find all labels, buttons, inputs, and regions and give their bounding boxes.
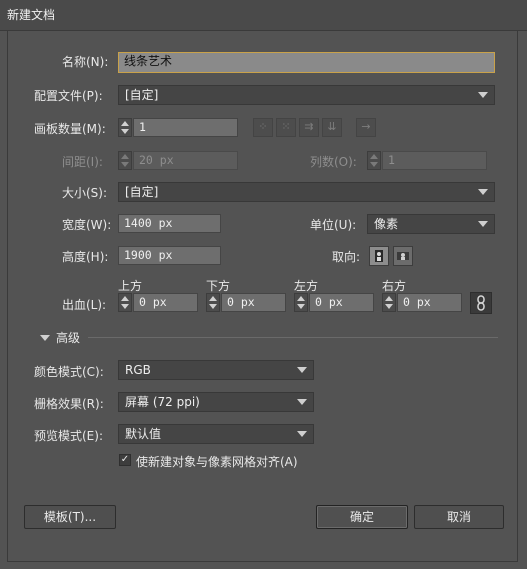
bleed-left-stepper[interactable]	[294, 293, 308, 312]
portrait-icon	[375, 250, 383, 262]
arrange-by-column-icon[interactable]: ⇊	[322, 118, 342, 137]
advanced-header[interactable]: 高级	[56, 329, 80, 346]
templates-button[interactable]: 模板(T)...	[24, 505, 116, 529]
artboards-label: 画板数量(M):	[34, 122, 106, 136]
columns-input[interactable]: 1	[382, 151, 487, 170]
bleed-right-label: 右方	[382, 279, 407, 293]
bleed-top-input[interactable]: 0 px	[133, 293, 198, 312]
name-label: 名称(N):	[62, 55, 109, 69]
bleed-bottom-input[interactable]: 0 px	[221, 293, 286, 312]
color-mode-dropdown[interactable]: RGB	[118, 360, 314, 380]
advanced-divider	[88, 337, 498, 338]
chevron-down-icon	[478, 221, 488, 227]
spacing-label: 间距(I):	[62, 155, 103, 169]
align-pixel-label[interactable]: 使新建对象与像素网格对齐(A)	[136, 453, 298, 470]
collapse-triangle-icon[interactable]	[40, 335, 50, 341]
size-value: [自定]	[125, 185, 159, 199]
name-input[interactable]: 线条艺术	[118, 52, 495, 73]
landscape-orientation-button[interactable]	[393, 246, 413, 266]
preview-dropdown[interactable]: 默认值	[118, 424, 314, 444]
cancel-button[interactable]: 取消	[414, 505, 504, 529]
grid-by-column-icon[interactable]: ⁙	[276, 118, 296, 137]
chevron-down-icon	[297, 367, 307, 373]
arrange-by-row-icon[interactable]: ⇉	[299, 118, 319, 137]
chevron-down-icon	[478, 189, 488, 195]
window-title: 新建文档	[7, 8, 56, 22]
width-label: 宽度(W):	[62, 218, 112, 232]
right-to-left-icon[interactable]: →	[356, 118, 376, 137]
raster-label: 栅格效果(R):	[34, 397, 104, 411]
spacing-input[interactable]: 20 px	[133, 151, 238, 170]
columns-label: 列数(O):	[310, 155, 357, 169]
ok-button[interactable]: 确定	[316, 505, 408, 529]
bleed-left-label: 左方	[294, 279, 319, 293]
title-bar: 新建文档	[0, 0, 527, 31]
bleed-bottom-stepper[interactable]	[206, 293, 220, 312]
bleed-top-label: 上方	[118, 279, 143, 293]
height-input[interactable]: 1900 px	[118, 246, 221, 265]
artboards-stepper[interactable]	[118, 118, 132, 137]
height-label: 高度(H):	[62, 250, 109, 264]
preview-label: 预览模式(E):	[34, 429, 103, 443]
size-dropdown[interactable]: [自定]	[118, 182, 495, 202]
bleed-right-stepper[interactable]	[382, 293, 396, 312]
units-label: 单位(U):	[310, 218, 357, 232]
bleed-top-stepper[interactable]	[118, 293, 132, 312]
width-input[interactable]: 1400 px	[118, 214, 221, 233]
chevron-down-icon	[297, 431, 307, 437]
grid-by-row-icon[interactable]: ⁘	[253, 118, 273, 137]
color-mode-label: 颜色模式(C):	[34, 365, 104, 379]
preview-value: 默认值	[125, 427, 162, 441]
bleed-label: 出血(L):	[62, 298, 107, 312]
chevron-down-icon	[478, 92, 488, 98]
dialog-body: 名称(N): 线条艺术 配置文件(P): [自定] 画板数量(M): 1 ⁘ ⁙…	[7, 30, 518, 562]
spacing-stepper[interactable]	[118, 151, 132, 170]
profile-label: 配置文件(P):	[34, 89, 103, 103]
orientation-label: 取向:	[332, 250, 361, 264]
columns-stepper[interactable]	[367, 151, 381, 170]
units-dropdown[interactable]: 像素	[367, 214, 495, 234]
align-pixel-checkbox[interactable]: ✓	[119, 454, 131, 466]
bleed-right-input[interactable]: 0 px	[397, 293, 462, 312]
raster-dropdown[interactable]: 屏幕 (72 ppi)	[118, 392, 314, 412]
bleed-bottom-label: 下方	[206, 279, 231, 293]
raster-value: 屏幕 (72 ppi)	[125, 395, 200, 409]
units-value: 像素	[374, 217, 399, 231]
profile-value: [自定]	[125, 88, 159, 102]
profile-dropdown[interactable]: [自定]	[118, 85, 495, 105]
portrait-orientation-button[interactable]	[369, 246, 389, 266]
artboards-input[interactable]: 1	[133, 118, 238, 137]
chain-link-icon	[477, 295, 485, 311]
chevron-down-icon	[297, 399, 307, 405]
bleed-left-input[interactable]: 0 px	[309, 293, 374, 312]
color-mode-value: RGB	[125, 363, 151, 377]
size-label: 大小(S):	[62, 186, 108, 200]
link-bleed-button[interactable]	[470, 292, 492, 314]
landscape-icon	[397, 252, 409, 260]
